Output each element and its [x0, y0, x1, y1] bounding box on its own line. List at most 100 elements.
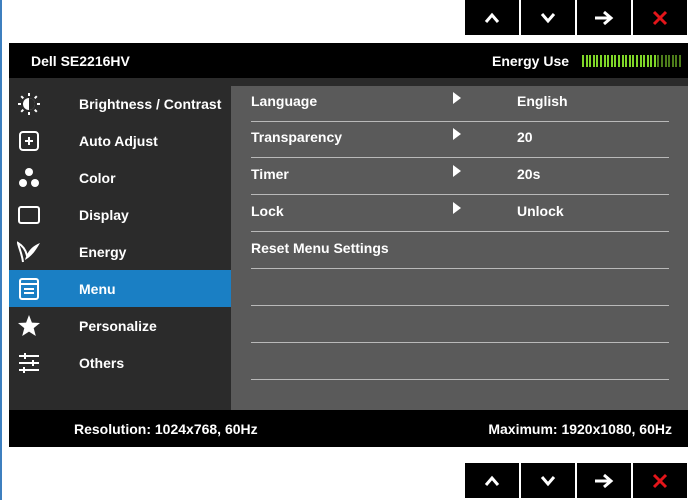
- energy-leaf-icon: [17, 241, 40, 263]
- row-divider: [251, 231, 669, 232]
- row-value: 20s: [517, 166, 541, 182]
- triangle-right-icon: [453, 165, 461, 177]
- energy-segment: [599, 55, 602, 67]
- star-icon: [18, 315, 40, 336]
- up-button[interactable]: [465, 463, 519, 498]
- title-bar: Dell SE2216HV Energy Use: [9, 43, 688, 78]
- row-value: 20: [517, 129, 533, 145]
- status-footer: Resolution: 1024x768, 60Hz Maximum: 1920…: [9, 410, 688, 447]
- energy-segment: [614, 55, 617, 67]
- energy-meter: [582, 55, 683, 67]
- down-button[interactable]: [521, 463, 575, 498]
- chevron-down-icon: [540, 12, 556, 23]
- up-button[interactable]: [465, 0, 519, 35]
- row-divider: [251, 305, 669, 306]
- down-button[interactable]: [521, 0, 575, 35]
- exit-button[interactable]: [633, 0, 687, 35]
- triangle-right-icon: [453, 128, 461, 140]
- arrow-right-icon: [595, 10, 614, 25]
- menu-row-timer[interactable]: Timer 20s: [251, 159, 669, 195]
- window-frame-left: [0, 0, 2, 500]
- sidebar-item-display[interactable]: Display: [9, 196, 231, 233]
- energy-segment: [617, 55, 620, 67]
- energy-segment: [639, 55, 642, 67]
- display-icon: [18, 206, 40, 224]
- energy-segment: [661, 55, 664, 67]
- row-value: English: [517, 93, 568, 109]
- row-divider: [251, 268, 669, 269]
- energy-segment: [653, 55, 656, 67]
- sidebar: Brightness / Contrast Auto Adjust Color …: [9, 85, 231, 381]
- chevron-up-icon: [484, 475, 500, 486]
- menu-row-empty: [251, 344, 669, 380]
- menu-settings-panel: Language English Transparency 20 Timer 2…: [231, 86, 688, 410]
- energy-segment: [671, 55, 674, 67]
- energy-segment: [646, 55, 649, 67]
- energy-segment: [585, 55, 588, 67]
- brightness-icon: [18, 93, 40, 115]
- energy-segment: [679, 55, 682, 67]
- auto-adjust-icon: [19, 131, 39, 151]
- maximum-resolution: Maximum: 1920x1080, 60Hz: [488, 421, 672, 437]
- energy-segment: [628, 55, 631, 67]
- sidebar-item-label: Personalize: [79, 318, 157, 334]
- color-icon: [19, 168, 39, 187]
- close-icon: [652, 473, 668, 488]
- nav-buttons-top: [465, 0, 688, 35]
- triangle-right-icon: [453, 202, 461, 214]
- menu-row-empty: [251, 270, 669, 306]
- menu-row-transparency[interactable]: Transparency 20: [251, 122, 669, 158]
- row-label: Timer: [251, 166, 289, 182]
- nav-buttons-bottom: [465, 463, 688, 498]
- current-resolution: Resolution: 1024x768, 60Hz: [74, 421, 258, 437]
- sliders-icon: [19, 353, 39, 373]
- sidebar-item-color[interactable]: Color: [9, 159, 231, 196]
- energy-segment: [635, 55, 638, 67]
- energy-segment: [596, 55, 599, 67]
- energy-segment: [675, 55, 678, 67]
- energy-segment: [664, 55, 667, 67]
- sidebar-item-label: Menu: [79, 281, 116, 297]
- row-divider: [251, 342, 669, 343]
- energy-segment: [650, 55, 653, 67]
- sidebar-item-label: Others: [79, 355, 125, 371]
- arrow-right-icon: [595, 473, 614, 488]
- sidebar-item-personalize[interactable]: Personalize: [9, 307, 231, 344]
- row-divider: [251, 379, 669, 380]
- row-label: Reset Menu Settings: [251, 240, 389, 256]
- menu-icon: [19, 278, 39, 300]
- sidebar-item-others[interactable]: Others: [9, 344, 231, 381]
- menu-row-reset-menu-settings[interactable]: Reset Menu Settings: [251, 233, 669, 269]
- sidebar-item-label: Brightness / Contrast: [79, 96, 222, 112]
- energy-segment: [589, 55, 592, 67]
- sidebar-item-label: Display: [79, 207, 129, 223]
- energy-segment: [621, 55, 624, 67]
- sidebar-item-label: Auto Adjust: [79, 133, 158, 149]
- osd-menu: Dell SE2216HV Energy Use Brightness / Co…: [9, 43, 688, 447]
- menu-row-lock[interactable]: Lock Unlock: [251, 196, 669, 232]
- energy-segment: [592, 55, 595, 67]
- sidebar-item-label: Energy: [79, 244, 127, 260]
- exit-button[interactable]: [633, 463, 687, 498]
- row-label: Lock: [251, 203, 284, 219]
- sidebar-item-brightness-contrast[interactable]: Brightness / Contrast: [9, 85, 231, 122]
- energy-segment: [632, 55, 635, 67]
- enter-button[interactable]: [577, 463, 631, 498]
- energy-segment: [657, 55, 660, 67]
- sidebar-item-auto-adjust[interactable]: Auto Adjust: [9, 122, 231, 159]
- chevron-up-icon: [484, 12, 500, 23]
- triangle-right-icon: [453, 92, 461, 104]
- enter-button[interactable]: [577, 0, 631, 35]
- row-label: Transparency: [251, 129, 343, 145]
- sidebar-item-menu[interactable]: Menu: [9, 270, 231, 307]
- sidebar-item-energy[interactable]: Energy: [9, 233, 231, 270]
- model-name: Dell SE2216HV: [31, 53, 130, 69]
- energy-segment: [668, 55, 671, 67]
- menu-row-language[interactable]: Language English: [251, 86, 669, 122]
- energy-segment: [582, 55, 584, 67]
- row-value: Unlock: [517, 203, 564, 219]
- energy-segment: [625, 55, 628, 67]
- close-icon: [652, 10, 668, 25]
- energy-segment: [643, 55, 646, 67]
- energy-segment: [607, 55, 610, 67]
